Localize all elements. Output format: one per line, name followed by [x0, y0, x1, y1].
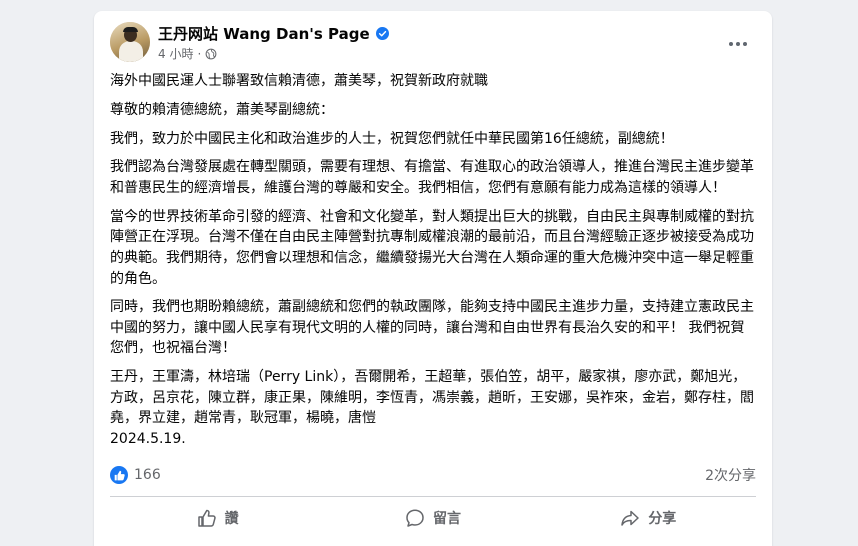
post-paragraph: 我們認為台灣發展處在轉型關頭，需要有理想、有擔當、有進取心的政治領導人，推進台灣… — [110, 159, 754, 196]
post-card: 王丹网站 Wang Dan's Page 4 小時 · 海外中國民運人士聯署致信… — [94, 11, 772, 546]
post-paragraph: 我們，致力於中國民主化和政治進步的人士，祝賀您們就任中華民國第16任總統，副總統… — [110, 130, 674, 147]
post-text: 海外中國民運人士聯署致信賴清德，蕭美琴，祝賀新政府就職 尊敬的賴清德總統，蕭美琴… — [110, 71, 758, 458]
more-options-icon[interactable] — [720, 26, 756, 62]
comment-button[interactable]: 留言 — [333, 501, 533, 535]
like-label: 讚 — [224, 511, 239, 527]
reaction-count[interactable]: 166 — [134, 467, 161, 483]
reaction-summary[interactable]: 166 — [110, 466, 161, 484]
post-paragraph: 尊敬的賴清德總統，蕭美琴副總統： — [110, 101, 334, 118]
like-button[interactable]: 讚 — [118, 501, 318, 535]
page-avatar[interactable] — [110, 22, 150, 62]
comment-label: 留言 — [432, 511, 461, 527]
share-button[interactable]: 分享 — [548, 501, 748, 535]
post-timestamp[interactable]: 4 小時 — [158, 45, 193, 62]
post-paragraph: 當今的世界技術革命引發的經濟、社會和文化變革，對人類提出巨大的挑戰，自由民主與專… — [110, 208, 754, 287]
post-header: 王丹网站 Wang Dan's Page 4 小時 · — [110, 22, 756, 66]
page-name-link[interactable]: 王丹网站 Wang Dan's Page — [158, 23, 389, 44]
globe-icon[interactable] — [205, 48, 217, 60]
post-meta: 4 小時 · — [158, 45, 217, 62]
page-name[interactable]: 王丹网站 Wang Dan's Page — [158, 23, 370, 44]
speech-bubble-icon — [406, 509, 424, 527]
like-reaction-icon — [110, 466, 128, 484]
post-actions: 讚 留言 分享 — [110, 501, 756, 535]
verified-badge-icon — [375, 27, 389, 40]
post-paragraph: 海外中國民運人士聯署致信賴清德，蕭美琴，祝賀新政府就職 — [110, 73, 488, 89]
post-paragraph: 同時，我們也期盼賴總統，蕭副總統和您們的執政團隊，能夠支持中國民主進步力量，支持… — [110, 299, 754, 357]
thumbs-up-icon — [197, 509, 216, 527]
meta-separator: · — [197, 46, 202, 61]
share-label: 分享 — [648, 511, 677, 527]
share-count[interactable]: 2次分享 — [705, 465, 756, 485]
share-arrow-icon — [621, 510, 640, 526]
post-stats: 166 2次分享 — [110, 461, 756, 489]
post-signatories: 王丹，王軍濤，林培瑞（Perry Link），吾爾開希，王超華，張伯笠，胡平，嚴… — [110, 369, 754, 448]
divider — [110, 496, 756, 497]
